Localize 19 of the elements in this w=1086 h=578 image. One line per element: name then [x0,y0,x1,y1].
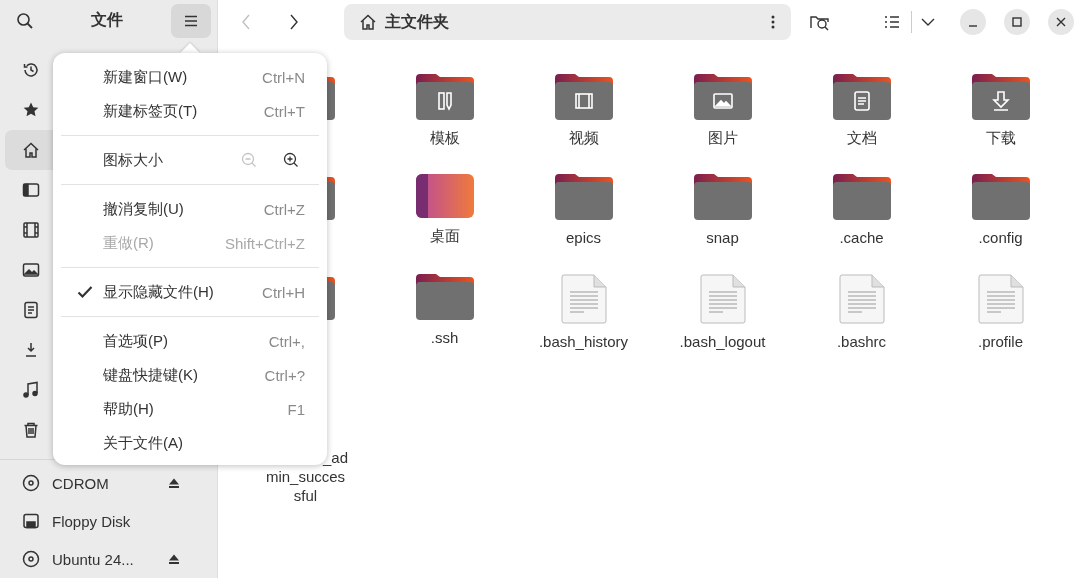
menu-label: 图标大小 [103,150,164,170]
app-title: 文件 [89,10,124,31]
file-name: .bashrc [835,332,888,351]
file-name: .profile [977,332,1024,351]
file-name: 桌面 [428,226,461,245]
file-name: 文档 [845,128,878,147]
file-name: 模板 [428,128,461,147]
file-name: .bash_history [537,332,630,351]
file-name: 下载 [984,128,1017,147]
file-name: 图片 [706,128,739,147]
file-name: .cache [838,228,885,247]
file-name: 视频 [567,128,600,147]
file-name: .bash_logout [678,332,767,351]
file-name: epics [565,228,602,247]
file-name: .config [977,228,1024,247]
file-name: snap [705,228,740,247]
path-label: 主文件夹 [385,11,450,32]
file-name: .ssh [429,328,460,347]
file-name: _admin_successful [264,448,349,505]
